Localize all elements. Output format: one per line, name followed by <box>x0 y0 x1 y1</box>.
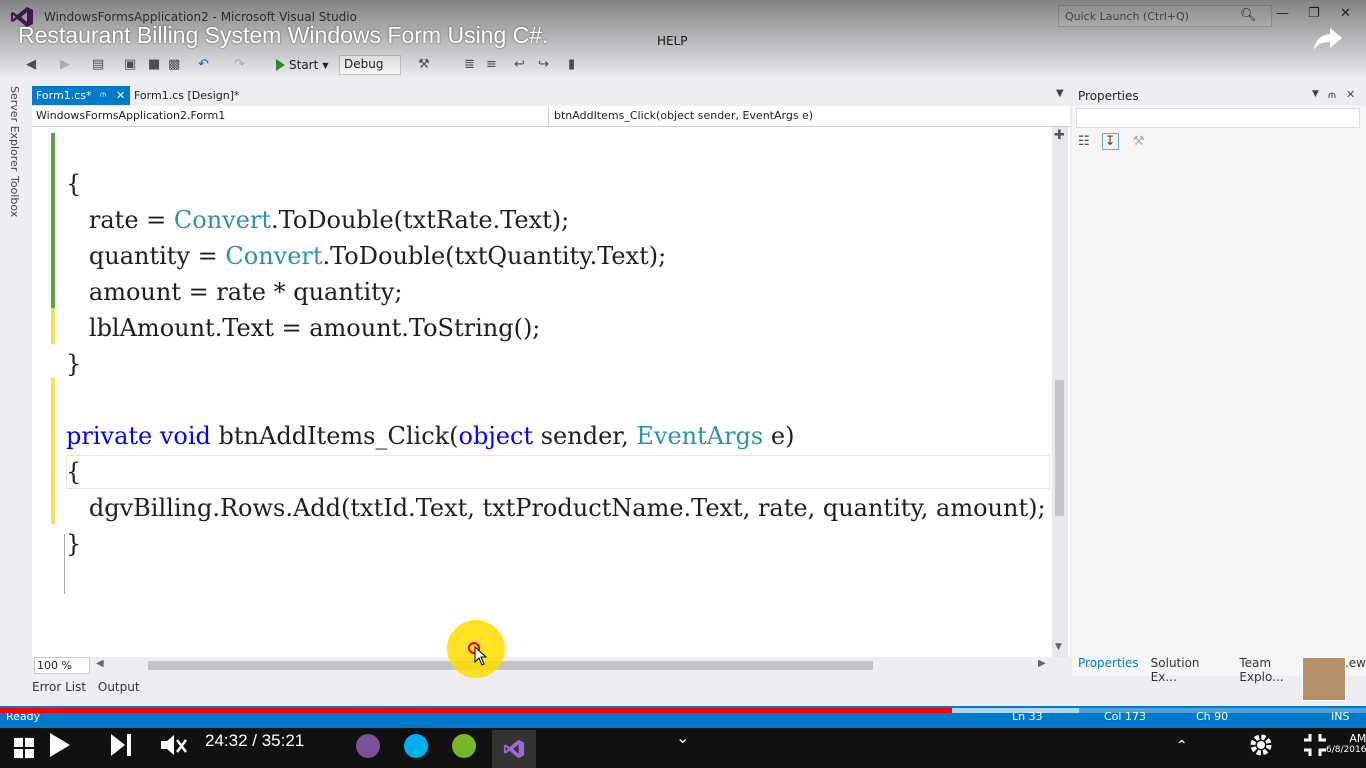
presenter-avatar <box>1302 657 1346 701</box>
code-line-empty <box>66 382 1046 418</box>
mouse-pointer-icon <box>474 646 488 666</box>
tab-form1-cs[interactable]: Form1.cs* ⫙ ✕ <box>32 86 130 105</box>
pin-icon[interactable]: ⫙ <box>1328 88 1336 102</box>
video-title[interactable]: Restaurant Billing System Windows Form U… <box>18 22 548 49</box>
video-time: 24:32 / 35:21 <box>205 731 305 750</box>
properties-toolbar: ☷ ↧ ⚒ <box>1078 133 1145 150</box>
code-line: rate = Convert.ToDouble(txtRate.Text); <box>66 206 570 234</box>
class-dropdown[interactable]: WindowsFormsApplication2.Form1 <box>36 109 225 122</box>
settings-gear-icon[interactable] <box>1246 730 1276 760</box>
code-line: { <box>66 458 82 486</box>
outline-line <box>64 534 65 594</box>
save-all-icon[interactable]: ▩ <box>168 57 180 72</box>
redo-icon[interactable]: ↷ <box>234 57 245 72</box>
skype-icon[interactable] <box>404 734 428 758</box>
alphabetical-icon[interactable]: ↧ <box>1101 133 1119 150</box>
code-line: } <box>66 350 82 378</box>
solution-config-select[interactable]: Debug <box>339 55 401 75</box>
video-progress-bar[interactable] <box>0 708 953 713</box>
next-icon[interactable] <box>108 730 134 760</box>
search-icon[interactable]: 🔍︎ <box>1240 8 1257 23</box>
properties-panel <box>1072 86 1366 676</box>
chevron-down-icon[interactable]: ▼ <box>1312 89 1319 99</box>
comment-icon[interactable]: ↩ <box>514 57 525 72</box>
start-button[interactable]: Start ▼ <box>276 55 328 75</box>
scroll-down-icon[interactable]: ▼ <box>1055 642 1062 652</box>
zoom-select[interactable]: 100 % <box>34 657 90 674</box>
horizontal-scroll-thumb[interactable] <box>148 661 873 670</box>
scroll-left-icon[interactable]: ◀ <box>96 658 104 669</box>
uncomment-icon[interactable]: ↪ <box>538 57 549 72</box>
code-text[interactable]: { rate = Convert.ToDouble(txtRate.Text);… <box>66 130 1046 598</box>
change-margin-unsaved <box>51 308 55 344</box>
format-icon[interactable]: ≡ <box>486 57 497 72</box>
code-line: lblAmount.Text = amount.ToString(); <box>66 314 541 342</box>
close-icon[interactable]: ✕ <box>1340 6 1351 21</box>
scroll-right-icon[interactable]: ▶ <box>1038 658 1046 669</box>
utorrent-icon[interactable] <box>452 734 476 758</box>
member-dropdown[interactable]: btnAddItems_Click(object sender, EventAr… <box>554 109 813 122</box>
solution-explorer-tab[interactable]: Solution Ex... <box>1151 656 1228 684</box>
new-project-icon[interactable]: ▤ <box>92 57 104 72</box>
restore-icon[interactable]: ❐ <box>1308 6 1320 21</box>
system-clock: AM 6/8/2016 <box>1326 732 1366 755</box>
change-margin-saved <box>51 133 55 308</box>
chevron-down-icon: ▼ <box>322 60 329 70</box>
tray-chevron-up-icon[interactable]: ⌃ <box>1176 738 1188 754</box>
code-line: } <box>66 530 82 558</box>
clock-time: AM <box>1349 732 1366 745</box>
play-icon[interactable] <box>48 730 74 760</box>
tab-form1-design[interactable]: Form1.cs [Design]* <box>134 86 240 105</box>
share-icon[interactable] <box>1312 22 1344 54</box>
chevron-down-icon[interactable]: ▼ <box>1056 88 1064 99</box>
close-icon[interactable]: ✕ <box>1346 88 1355 101</box>
toolbox-tab[interactable]: Toolbox <box>8 176 21 217</box>
code-line: { <box>66 170 82 198</box>
properties-header: Properties <box>1072 86 1366 106</box>
object-select[interactable] <box>1076 108 1360 128</box>
clock-date: 6/8/2016 <box>1326 745 1366 755</box>
code-line: quantity = Convert.ToDouble(txtQuantity.… <box>66 242 667 270</box>
save-icon[interactable]: ■ <box>148 57 160 72</box>
minimize-icon[interactable]: — <box>1276 6 1289 21</box>
wrench-icon[interactable]: ⚒ <box>1133 134 1145 149</box>
code-line: dgvBilling.Rows.Add(txtId.Text, txtProdu… <box>66 494 1046 522</box>
server-explorer-tab[interactable]: Server Explorer <box>8 86 21 171</box>
windows-start-icon[interactable] <box>14 738 34 758</box>
mute-icon[interactable] <box>158 730 188 760</box>
forward-icon[interactable]: ▶ <box>60 57 70 72</box>
left-tool-tabs <box>0 82 30 702</box>
bookmark-icon[interactable]: ▮ <box>568 57 575 72</box>
viber-icon[interactable] <box>356 734 380 758</box>
open-file-icon[interactable]: ▣ <box>124 57 136 72</box>
start-label: Start <box>289 58 319 72</box>
play-icon <box>276 59 285 71</box>
pin-icon[interactable]: ⫙ <box>100 86 106 105</box>
properties-tab[interactable]: Properties <box>1078 656 1139 684</box>
visual-studio-taskbar-button[interactable] <box>492 730 536 768</box>
close-tab-icon[interactable]: ✕ <box>116 86 125 105</box>
output-tab[interactable]: Output <box>98 680 140 694</box>
error-list-tab[interactable]: Error List <box>32 680 86 694</box>
navbar-divider <box>548 106 549 126</box>
change-margin-unsaved <box>51 378 55 524</box>
tab-label: Form1.cs* <box>36 89 92 102</box>
align-icon[interactable]: ≣ <box>464 57 475 72</box>
find-icon[interactable]: ⚒ <box>418 57 430 72</box>
vertical-scroll-thumb[interactable] <box>1055 380 1064 516</box>
code-line: amount = rate * quantity; <box>66 278 403 306</box>
back-icon[interactable]: ◀ <box>26 57 36 72</box>
code-line: private void btnAddItems_Click(object se… <box>66 422 795 450</box>
split-editor-icon[interactable]: ✚ <box>1054 128 1065 143</box>
undo-icon[interactable]: ↶ <box>198 57 209 72</box>
bottom-tool-tabs: Error List Output <box>32 680 140 694</box>
categorized-icon[interactable]: ☷ <box>1078 134 1090 149</box>
menu-help[interactable]: HELP <box>657 34 688 48</box>
chevron-down-icon[interactable]: ⌄ <box>676 728 689 747</box>
visual-studio-icon <box>503 739 525 759</box>
